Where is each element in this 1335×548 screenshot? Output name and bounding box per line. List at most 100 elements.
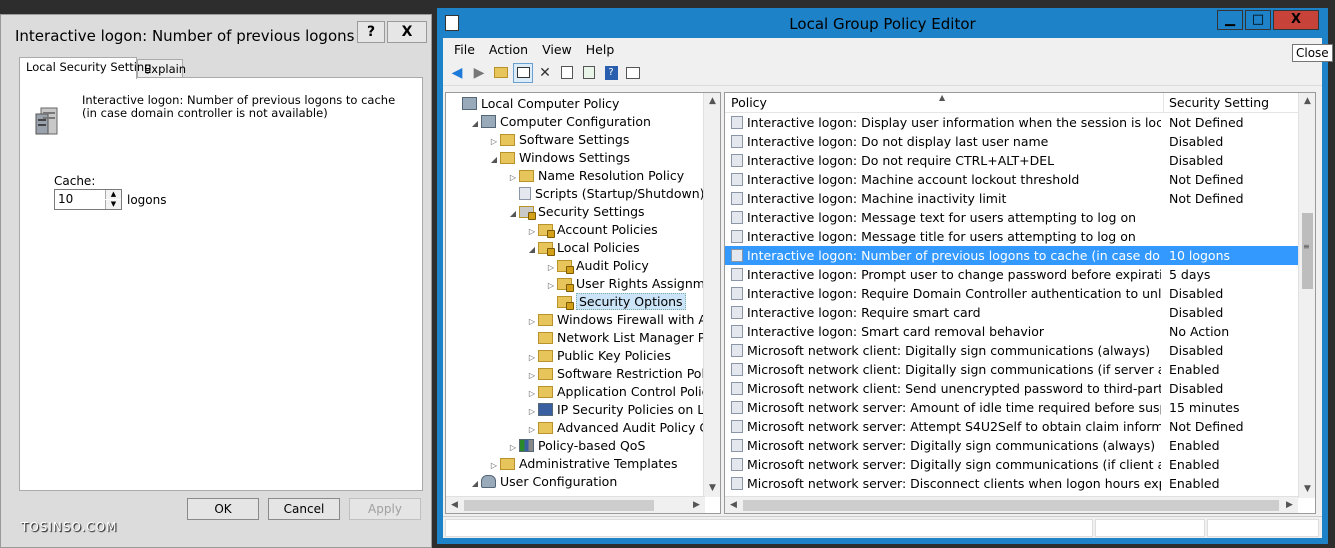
tree-node[interactable]: ▷ Software Restriction Policies [526,365,720,383]
apply-button[interactable]: Apply [349,498,421,520]
tree-node[interactable]: ▷ Policy-based QoS [507,437,645,455]
dialog-close-button[interactable]: X [387,21,427,43]
table-row[interactable]: Interactive logon: Do not display last u… [725,132,1298,151]
tree-node[interactable]: ◢ Computer Configuration [469,113,651,131]
table-row[interactable]: Interactive logon: Require Domain Contro… [725,284,1298,303]
dialog-titlebar[interactable]: Interactive logon: Number of previous lo… [1,15,431,55]
table-row[interactable]: Interactive logon: Smart card removal be… [725,322,1298,341]
spin-up-button[interactable]: ▲ [105,190,121,199]
cache-spinner[interactable]: 10 ▲ ▼ [54,189,122,210]
tree-node[interactable]: Network List Manager Policies [526,329,720,347]
show-hide-tree-icon[interactable] [513,62,533,83]
collapse-icon[interactable]: ◢ [469,115,481,133]
menu-help[interactable]: Help [579,42,622,57]
help-button[interactable]: ? [357,21,385,43]
tree-node[interactable]: Scripts (Startup/Shutdown) [507,185,705,203]
tab-local-security-setting[interactable]: Local Security Setting [19,57,152,79]
list-scroll-up-icon[interactable]: ▲ [1299,93,1315,110]
security-setting-cell: 10 logons [1169,248,1231,263]
tree-node-label: Public Key Policies [557,348,671,363]
menu-view[interactable]: View [535,42,579,57]
table-row[interactable]: Interactive logon: Machine account locko… [725,170,1298,189]
editor-titlebar[interactable]: Local Group Policy Editor ▁ □ X [437,8,1328,38]
tree-node[interactable]: ▷Advanced Audit Policy Config [526,419,720,437]
list-scroll-left-icon[interactable]: ◀ [725,497,742,513]
back-arrow-icon[interactable]: ◀ [447,63,467,83]
secure-folder-icon [557,277,574,292]
tree-node[interactable]: ▷ Audit Policy [545,257,649,275]
scroll-left-icon[interactable]: ◀ [446,497,463,513]
maximize-button[interactable]: □ [1245,10,1271,30]
column-header-setting[interactable]: Security Setting [1164,93,1300,113]
tree-node[interactable]: ▷ Application Control Policies [526,383,720,401]
properties-icon[interactable] [557,63,577,83]
tree-horizontal-scrollbar[interactable]: ◀ ▶ [446,496,705,513]
table-row[interactable]: Interactive logon: Number of previous lo… [725,246,1298,265]
table-row[interactable]: Interactive logon: Display user informat… [725,113,1298,132]
list-scroll-down-icon[interactable]: ▼ [1299,481,1315,498]
tree-node[interactable]: ▷ Software Settings [488,131,629,149]
collapse-icon[interactable]: ◢ [507,205,519,223]
table-row[interactable]: Microsoft network server: Digitally sign… [725,455,1298,474]
table-row[interactable]: Interactive logon: Do not require CTRL+A… [725,151,1298,170]
table-row[interactable]: Microsoft network server: Amount of idle… [725,398,1298,417]
table-row[interactable]: Microsoft network client: Digitally sign… [725,341,1298,360]
tree-node[interactable]: ◢ Windows Settings [488,149,630,167]
table-row[interactable]: Microsoft network server: Digitally sign… [725,436,1298,455]
table-row[interactable]: Interactive logon: Message text for user… [725,208,1298,227]
spin-down-button[interactable]: ▼ [105,200,121,209]
tree-node[interactable]: Security Options [545,293,686,311]
table-row[interactable]: Interactive logon: Prompt user to change… [725,265,1298,284]
table-row[interactable]: Microsoft network client: Send unencrypt… [725,379,1298,398]
list-vertical-scrollbar[interactable]: ▲ ≡ ▼ [1298,93,1315,498]
menu-file[interactable]: File [447,42,482,57]
table-row[interactable]: Interactive logon: Require smart card Dis… [725,303,1298,322]
tree-node[interactable]: ◢ Security Settings [507,203,645,221]
tree-node[interactable]: Local Computer Policy [450,95,619,113]
tree-node[interactable]: ◢ User Configuration [469,473,617,491]
tree-vertical-scrollbar[interactable]: ▲ ▼ [703,93,720,497]
scroll-right-icon[interactable]: ▶ [688,497,705,513]
table-row[interactable]: Microsoft network client: Digitally sign… [725,360,1298,379]
table-row[interactable]: Microsoft network server: Disconnect cli… [725,474,1298,493]
table-row[interactable]: Interactive logon: Message title for use… [725,227,1298,246]
delete-icon[interactable]: ✕ [535,63,555,83]
list-scroll-right-icon[interactable]: ▶ [1281,497,1298,513]
scroll-down-icon[interactable]: ▼ [704,480,720,497]
table-row[interactable]: Interactive logon: Machine inactivity li… [725,189,1298,208]
tree-node[interactable]: ▷ Administrative Templates [488,455,678,473]
scroll-up-icon[interactable]: ▲ [704,93,720,110]
policy-name: Interactive logon: Message text for user… [747,210,1137,225]
export-list-icon[interactable] [579,63,599,83]
list-horizontal-scrollbar[interactable]: ◀ ▶ [725,496,1298,513]
tree-node[interactable]: ▷ Public Key Policies [526,347,671,365]
tree-hscroll-thumb[interactable] [464,500,654,511]
tree-node[interactable]: ◢ Local Policies [526,239,640,257]
list-vscroll-thumb[interactable] [1302,213,1313,289]
tree-node[interactable]: ▷IP Security Policies on Local C [526,401,720,419]
menu-action[interactable]: Action [482,42,535,57]
security-setting-cell: Enabled [1169,457,1220,472]
cache-value[interactable]: 10 [58,192,73,206]
list-hscroll-thumb[interactable] [743,500,1279,511]
tree-node[interactable]: ▷ Account Policies [526,221,658,239]
collapse-icon[interactable]: ◢ [488,151,500,169]
up-folder-icon[interactable] [491,63,511,83]
ok-button[interactable]: OK [187,498,259,520]
help-icon[interactable]: ? [601,63,621,83]
minimize-button[interactable]: ▁ [1217,10,1243,30]
tree-node[interactable]: ▷ User Rights Assignment [545,275,720,293]
collapse-icon[interactable]: ◢ [469,475,481,493]
collapse-icon[interactable]: ◢ [526,241,538,259]
cancel-button[interactable]: Cancel [268,498,340,520]
editor-close-button[interactable]: X [1273,10,1319,30]
tree-node[interactable]: ▷ Name Resolution Policy [507,167,684,185]
column-header-policy[interactable]: Policy ▲ [725,93,1164,113]
policy-setting-icon [731,116,743,129]
console-view-icon[interactable] [623,63,643,83]
table-row[interactable]: Microsoft network server: Attempt S4U2Se… [725,417,1298,436]
forward-arrow-icon[interactable]: ▶ [469,63,489,83]
tree-node[interactable]: ▷ Windows Firewall with Advan [526,311,720,329]
policy-setting-icon [731,458,743,471]
toolbar: ◀ ▶ ✕ ? [443,60,1322,86]
